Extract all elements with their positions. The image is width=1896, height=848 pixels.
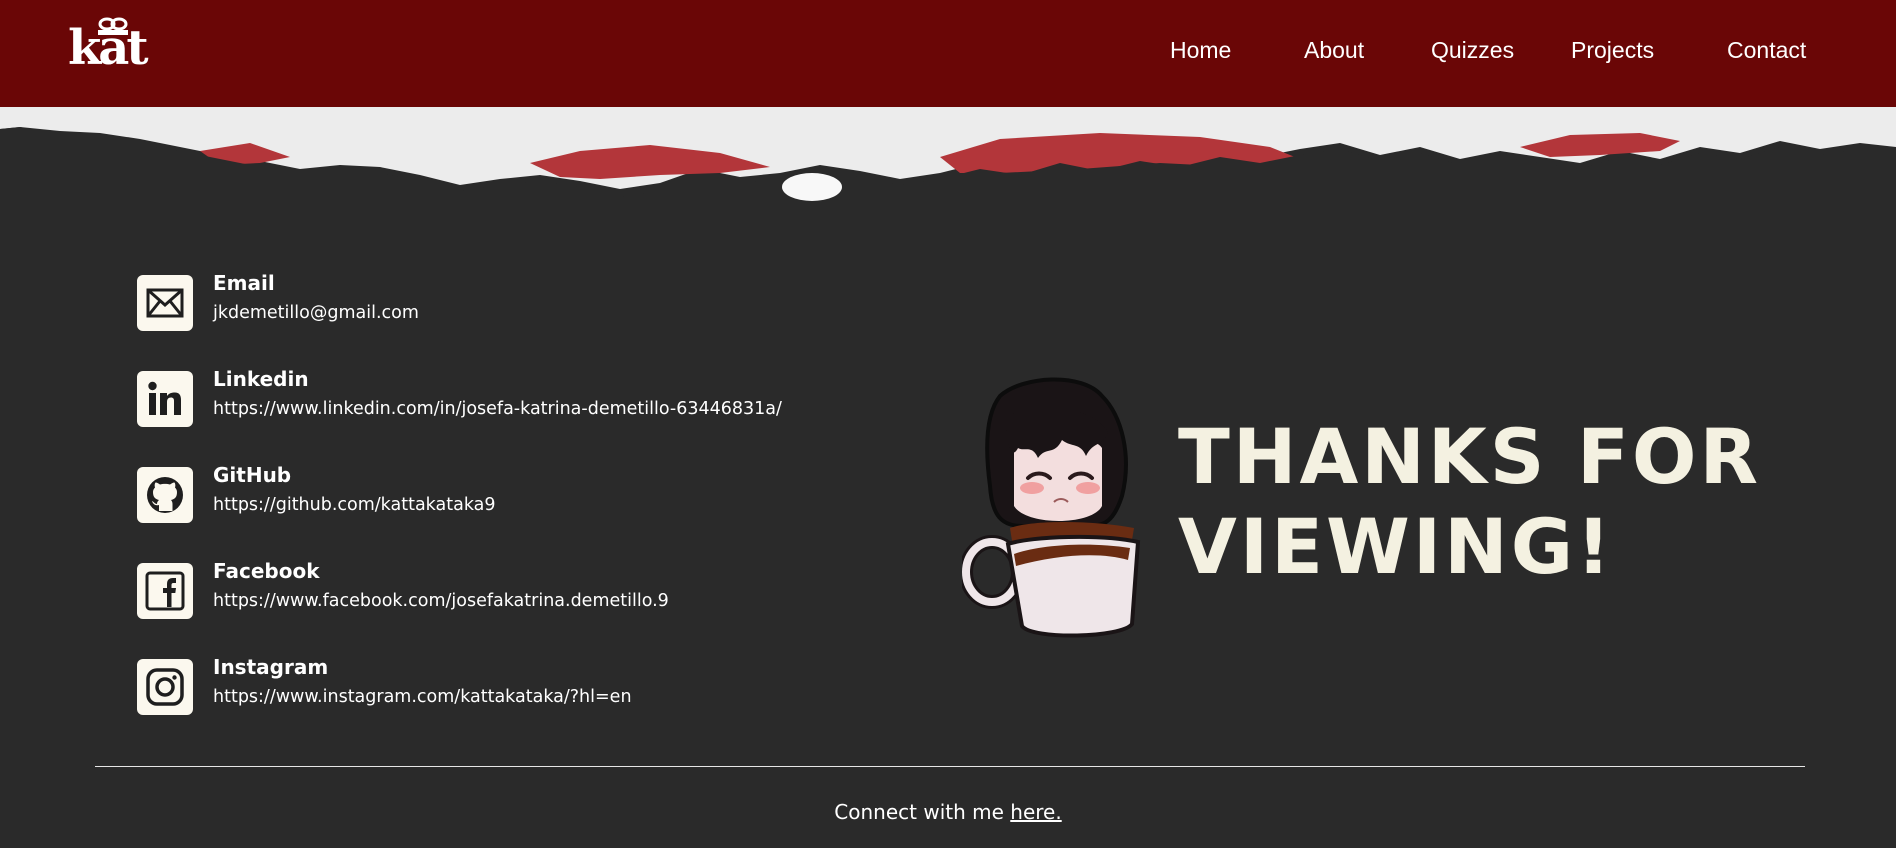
contact-github: GitHub https://github.com/kattakataka9 — [137, 463, 897, 533]
contact-title: GitHub — [213, 463, 292, 487]
contact-title: Facebook — [213, 559, 320, 583]
girl-in-coffee-cup-illustration — [962, 377, 1141, 638]
nav-about[interactable]: About — [1304, 37, 1364, 64]
contact-value[interactable]: https://github.com/kattakataka9 — [213, 495, 496, 515]
footer-divider — [95, 766, 1805, 767]
thanks-line-1: THANKS FOR — [1178, 412, 1762, 501]
contact-instagram: Instagram https://www.instagram.com/katt… — [137, 655, 897, 725]
nav-projects[interactable]: Projects — [1571, 37, 1654, 64]
contact-title: Instagram — [213, 655, 329, 679]
torn-paper-banner — [0, 107, 1896, 217]
contact-linkedin: Linkedin https://www.linkedin.com/in/jos… — [137, 367, 897, 437]
github-icon[interactable] — [137, 467, 193, 523]
contact-value[interactable]: https://www.facebook.com/josefakatrina.d… — [213, 591, 669, 611]
nav-home[interactable]: Home — [1170, 37, 1231, 64]
site-logo[interactable]: kat — [68, 17, 152, 76]
envelope-icon[interactable] — [137, 275, 193, 331]
logo-text: kat — [68, 20, 149, 76]
contact-facebook: Facebook https://www.facebook.com/josefa… — [137, 559, 897, 629]
site-header: kat Home About Quizzes Projects Contact — [0, 0, 1896, 107]
contact-email: Email jkdemetillo@gmail.com — [137, 271, 897, 341]
facebook-icon[interactable] — [137, 563, 193, 619]
footer: Connect with me here. — [0, 800, 1896, 824]
footer-text: Connect with me — [834, 800, 1011, 824]
thanks-line-2: VIEWING! — [1178, 502, 1614, 591]
footer-connect-link[interactable]: here. — [1010, 800, 1061, 824]
contact-value[interactable]: jkdemetillo@gmail.com — [213, 303, 419, 323]
contact-title: Linkedin — [213, 367, 309, 391]
linkedin-icon[interactable] — [137, 371, 193, 427]
contact-title: Email — [213, 271, 275, 295]
thanks-heading: THANKS FOR VIEWING! — [1178, 412, 1761, 592]
instagram-icon[interactable] — [137, 659, 193, 715]
nav-quizzes[interactable]: Quizzes — [1431, 37, 1514, 64]
contact-value[interactable]: https://www.instagram.com/kattakataka/?h… — [213, 687, 632, 707]
contact-value[interactable]: https://www.linkedin.com/in/josefa-katri… — [213, 399, 782, 419]
nav-contact[interactable]: Contact — [1727, 37, 1806, 64]
